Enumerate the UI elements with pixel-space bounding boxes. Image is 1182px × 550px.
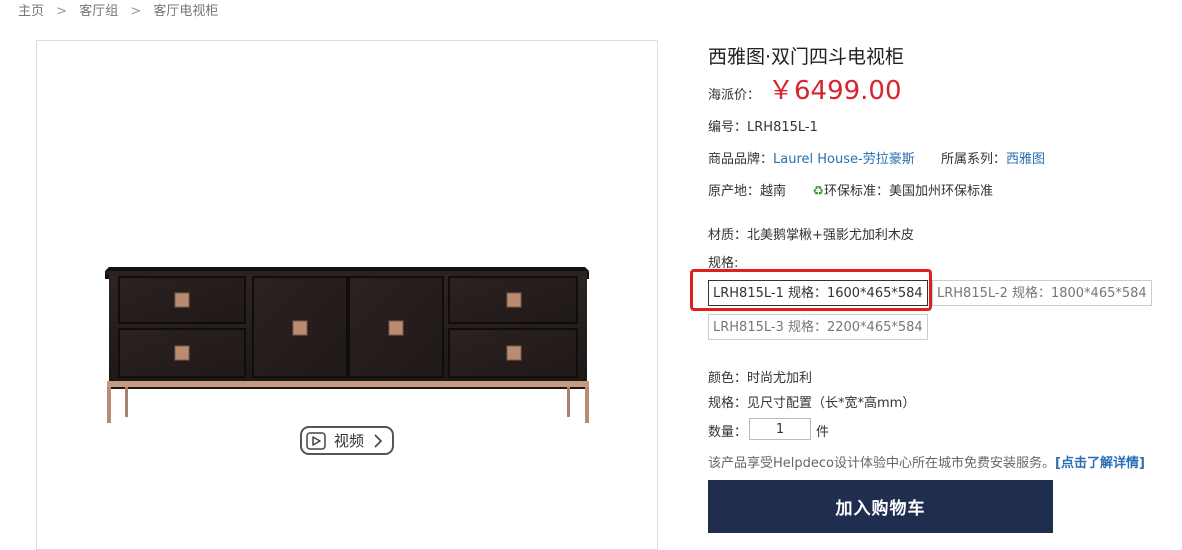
product-price: ￥6499.00 — [768, 76, 902, 106]
qty-label: 数量： — [708, 425, 748, 440]
quantity-input[interactable] — [749, 418, 811, 440]
color-row: 颜色：时尚尤加利 — [708, 367, 812, 386]
brand-link[interactable]: Laurel House-劳拉豪斯 — [773, 152, 915, 167]
product-code-row: 编号：LRH815L-1 — [708, 116, 818, 135]
video-button[interactable]: 视频 — [300, 426, 394, 455]
material-value: 北美鹅掌楸+强影尤加利木皮 — [747, 228, 914, 243]
color-value: 时尚尤加利 — [747, 371, 813, 386]
size-value: 见尺寸配置（长*宽*高mm） — [747, 396, 916, 411]
spec-option[interactable]: LRH815L-3 规格：2200*465*584 — [708, 314, 928, 340]
install-details-link[interactable]: [点击了解详情] — [1055, 456, 1145, 471]
install-text: 该产品享受Helpdeco设计体验中心所在城市免费安装服务。 — [708, 456, 1055, 471]
video-label: 视频 — [334, 432, 365, 450]
recycle-icon: ♻ — [812, 184, 824, 199]
breadcrumb-home[interactable]: 主页 — [18, 4, 44, 19]
price-label: 海派价： — [708, 88, 761, 103]
series-label: 所属系列： — [940, 152, 1006, 167]
install-row: 该产品享受Helpdeco设计体验中心所在城市免费安装服务。[点击了解详情] — [708, 452, 1145, 471]
material-row: 材质：北美鹅掌楸+强影尤加利木皮 — [708, 224, 914, 243]
series-link[interactable]: 西雅图 — [1006, 152, 1045, 167]
breadcrumb-current[interactable]: 客厅电视柜 — [153, 4, 218, 19]
brand-row: 商品品牌：Laurel House-劳拉豪斯 所属系列：西雅图 — [708, 148, 1045, 167]
breadcrumb-separator: > — [130, 4, 142, 19]
color-label: 颜色： — [708, 371, 748, 386]
code-value: LRH815L-1 — [747, 120, 818, 135]
product-title: 西雅图·双门四斗电视柜 — [708, 46, 905, 68]
code-label: 编号： — [708, 120, 748, 135]
size-label: 规格： — [708, 396, 748, 411]
play-icon — [306, 431, 326, 451]
breadcrumb: 主页 > 客厅组 > 客厅电视柜 — [18, 0, 218, 19]
size-row: 规格：见尺寸配置（长*宽*高mm） — [708, 392, 915, 411]
eco-label: 环保标准： — [823, 184, 889, 199]
material-label: 材质： — [708, 228, 748, 243]
product-image — [105, 267, 589, 423]
origin-row: 原产地：越南 ♻环保标准：美国加州环保标准 — [708, 180, 993, 199]
qty-unit: 件 — [816, 425, 830, 440]
selection-highlight — [690, 269, 932, 311]
origin-value: 越南 — [760, 184, 787, 199]
chevron-right-icon — [372, 433, 384, 449]
breadcrumb-separator: > — [56, 4, 68, 19]
origin-label: 原产地： — [708, 184, 761, 199]
add-to-cart-button[interactable]: 加入购物车 — [708, 480, 1053, 533]
product-image-frame — [36, 40, 658, 550]
spec-option[interactable]: LRH815L-2 规格：1800*465*584 — [932, 280, 1152, 306]
brand-label: 商品品牌： — [708, 152, 774, 167]
eco-value: 美国加州环保标准 — [888, 184, 993, 199]
breadcrumb-category[interactable]: 客厅组 — [79, 4, 118, 19]
